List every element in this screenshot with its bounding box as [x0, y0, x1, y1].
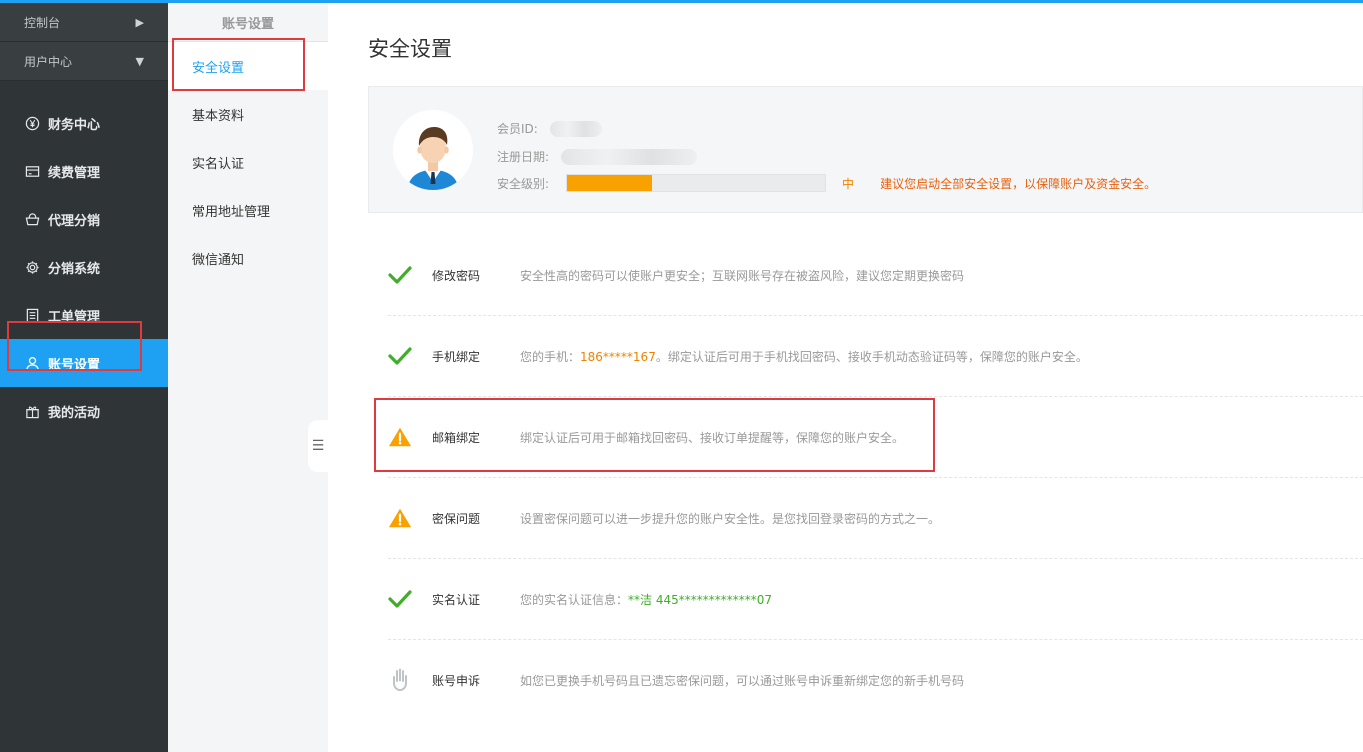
security-item-desc: 设置密保问题可以进一步提升您的账户安全性。是您找回登录密码的方式之一。 [520, 511, 941, 526]
security-item-name: 邮箱绑定 [432, 430, 481, 445]
profile-card: 会员ID: 注册日期: 安全级别: 中 建议您启动全部安全设置，以保障账户及资金… [368, 86, 1363, 213]
sidebar-item-label: 续费管理 [48, 165, 101, 181]
check-icon [388, 344, 412, 368]
sidebar-head-label: 用户中心 [24, 54, 73, 69]
sidebar-item-distribution[interactable]: 分销系统 [0, 243, 168, 291]
sidebar-item-label: 财务中心 [48, 117, 101, 133]
gift-icon [24, 403, 40, 419]
sidebar-item-tickets[interactable]: 工单管理 [0, 291, 168, 339]
sidebar-item-label: 我的活动 [48, 405, 101, 421]
security-level-value: 中 [842, 176, 855, 191]
subnav-item-real-name[interactable]: 实名认证 [168, 138, 328, 186]
reg-date-label: 注册日期: [497, 150, 550, 164]
caret-down-icon: ▼ [135, 54, 144, 68]
sidebar: 控制台 ▶ 用户中心 ▼ 财务中心 续费管理 代理分销 分销系统 工单管理 账号… [0, 3, 168, 752]
security-item-desc: 绑定认证后可用于邮箱找回密码、接收订单提醒等，保障您的账户安全。 [520, 430, 905, 445]
security-level-bar [566, 174, 827, 192]
security-item-real-name[interactable]: 实名认证 您的实名认证信息：**洁 445*************07 [388, 559, 1363, 640]
warning-icon [388, 425, 412, 449]
subnav-item-security[interactable]: 安全设置 [168, 42, 328, 90]
user-icon [24, 355, 40, 371]
sidebar-item-label: 代理分销 [48, 213, 101, 229]
collapse-menu-icon[interactable]: ☰ [308, 420, 328, 472]
security-item-change-password[interactable]: 修改密码 安全性高的密码可以使账户更安全；互联网账号存在被盗风险，建议您定期更换… [388, 235, 1363, 316]
security-item-desc: 您的手机：186*****167。绑定认证后可用于手机找回密码、接收手机动态验证… [520, 348, 1088, 365]
desc-suffix: 。绑定认证后可用于手机找回密码、接收手机动态验证码等，保障您的账户安全。 [655, 349, 1088, 364]
sidebar-item-label: 账号设置 [48, 357, 101, 373]
security-item-appeal[interactable]: 账号申诉 如您已更换手机号码且已遗忘密保问题，可以通过账号申诉重新绑定您的新手机… [388, 640, 1363, 720]
security-item-name: 手机绑定 [432, 349, 481, 364]
sidebar-item-renewal[interactable]: 续费管理 [0, 147, 168, 195]
masked-phone: 186*****167 [580, 349, 656, 364]
masked-identity: **洁 445*************07 [628, 592, 773, 607]
security-item-desc: 如您已更换手机号码且已遗忘密保问题，可以通过账号申诉重新绑定您的新手机号码 [520, 673, 965, 688]
security-item-name: 密保问题 [432, 511, 481, 526]
subnav-item-wechat[interactable]: 微信通知 [168, 234, 328, 282]
subnav-item-address[interactable]: 常用地址管理 [168, 186, 328, 234]
sidebar-item-label: 分销系统 [48, 261, 101, 277]
desc-prefix: 您的手机： [520, 349, 581, 364]
security-level-tip: 建议您启动全部安全设置，以保障账户及资金安全。 [880, 176, 1157, 191]
desc-prefix: 您的实名认证信息： [520, 592, 629, 607]
check-icon [388, 263, 412, 287]
member-id-row: 会员ID: [497, 120, 602, 137]
page-title: 安全设置 [368, 37, 452, 61]
security-items-list: 修改密码 安全性高的密码可以使账户更安全；互联网账号存在被盗风险，建议您定期更换… [388, 235, 1363, 720]
member-id-label: 会员ID: [497, 122, 538, 136]
security-level-fill [567, 175, 653, 191]
basket-icon [24, 211, 40, 227]
sidebar-head-console[interactable]: 控制台 ▶ [0, 3, 168, 42]
caret-right-icon: ▶ [135, 15, 144, 29]
security-item-security-question[interactable]: 密保问题 设置密保问题可以进一步提升您的账户安全性。是您找回登录密码的方式之一。 [388, 478, 1363, 559]
avatar [393, 110, 473, 190]
subnav-title: 账号设置 [168, 3, 328, 42]
sidebar-head-user-center[interactable]: 用户中心 ▼ [0, 42, 168, 81]
main-content: 安全设置 会员ID: 注册日期: 安全级别: 中 建议您启动全部安全设置，以保障… [328, 3, 1363, 752]
gear-icon [24, 259, 40, 275]
card-icon [24, 163, 40, 179]
security-item-name: 账号申诉 [432, 673, 481, 688]
security-level-label: 安全级别: [497, 176, 550, 191]
sidebar-item-agent[interactable]: 代理分销 [0, 195, 168, 243]
security-item-name: 实名认证 [432, 592, 481, 607]
security-item-desc: 您的实名认证信息：**洁 445*************07 [520, 591, 772, 608]
sidebar-item-finance[interactable]: 财务中心 [0, 99, 168, 147]
reg-date-value-redacted [561, 148, 698, 165]
yen-circle-icon [24, 115, 40, 131]
security-item-phone-binding[interactable]: 手机绑定 您的手机：186*****167。绑定认证后可用于手机找回密码、接收手… [388, 316, 1363, 397]
secondary-nav: 账号设置 安全设置 基本资料 实名认证 常用地址管理 微信通知 [168, 3, 328, 752]
reg-date-row: 注册日期: [497, 148, 698, 165]
sidebar-item-label: 工单管理 [48, 309, 101, 325]
member-id-value-redacted [549, 120, 602, 137]
security-level-row: 安全级别: 中 建议您启动全部安全设置，以保障账户及资金安全。 [497, 174, 1156, 192]
sidebar-item-account-settings[interactable]: 账号设置 [0, 339, 168, 387]
check-icon [388, 587, 412, 611]
document-icon [24, 307, 40, 323]
security-item-name: 修改密码 [432, 268, 481, 283]
hand-icon [388, 668, 412, 692]
sidebar-head-label: 控制台 [24, 15, 61, 30]
security-item-email-binding[interactable]: 邮箱绑定 绑定认证后可用于邮箱找回密码、接收订单提醒等，保障您的账户安全。 [388, 397, 1363, 478]
security-item-desc: 安全性高的密码可以使账户更安全；互联网账号存在被盗风险，建议您定期更换密码 [520, 268, 965, 283]
sidebar-item-activities[interactable]: 我的活动 [0, 387, 168, 435]
subnav-item-basic-info[interactable]: 基本资料 [168, 90, 328, 138]
warning-icon [388, 506, 412, 530]
